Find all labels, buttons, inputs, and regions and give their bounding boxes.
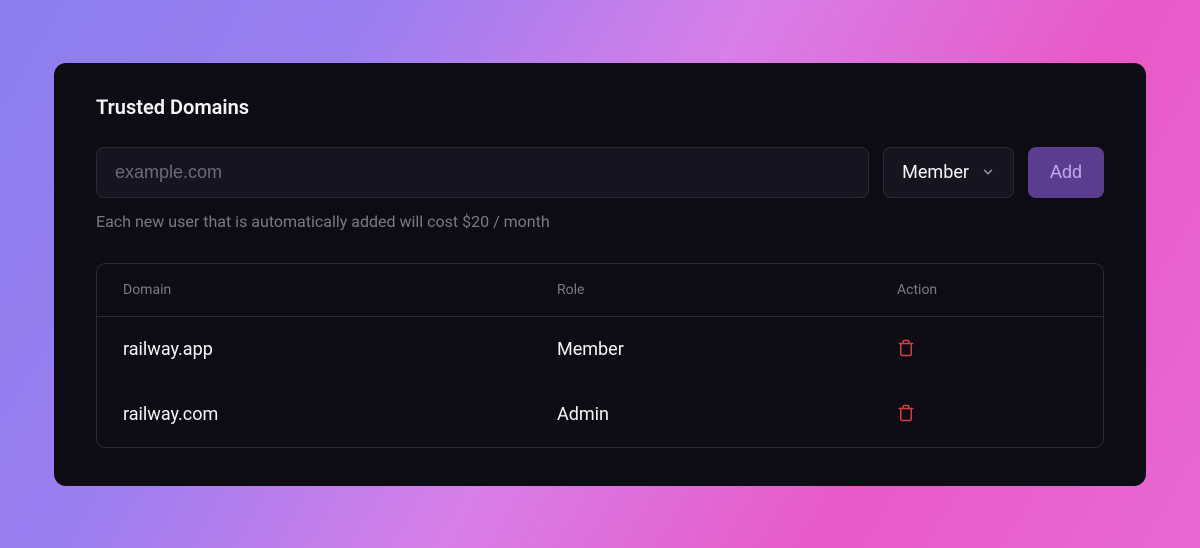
domain-input[interactable] (96, 147, 869, 198)
panel-title: Trusted Domains (96, 95, 1104, 119)
domains-table: Domain Role Action railway.app Member ra… (96, 263, 1104, 448)
add-button[interactable]: Add (1028, 147, 1104, 198)
cell-action (897, 339, 1077, 360)
role-select-value: Member (902, 162, 969, 183)
help-text: Each new user that is automatically adde… (96, 212, 1104, 231)
delete-button[interactable] (897, 339, 915, 360)
table-row: railway.app Member (97, 317, 1103, 382)
table-row: railway.com Admin (97, 382, 1103, 447)
delete-button[interactable] (897, 404, 915, 425)
cell-role: Admin (557, 404, 897, 425)
cell-action (897, 404, 1077, 425)
col-header-domain: Domain (123, 282, 557, 298)
chevron-down-icon (981, 165, 995, 179)
cell-domain: railway.com (123, 404, 557, 425)
cell-role: Member (557, 339, 897, 360)
col-header-role: Role (557, 282, 897, 298)
role-select[interactable]: Member (883, 147, 1014, 198)
trash-icon (897, 339, 915, 360)
trusted-domains-panel: Trusted Domains Member Add Each new user… (54, 63, 1146, 486)
table-header: Domain Role Action (97, 264, 1103, 317)
cell-domain: railway.app (123, 339, 557, 360)
trash-icon (897, 404, 915, 425)
input-row: Member Add (96, 147, 1104, 198)
col-header-action: Action (897, 282, 1077, 298)
